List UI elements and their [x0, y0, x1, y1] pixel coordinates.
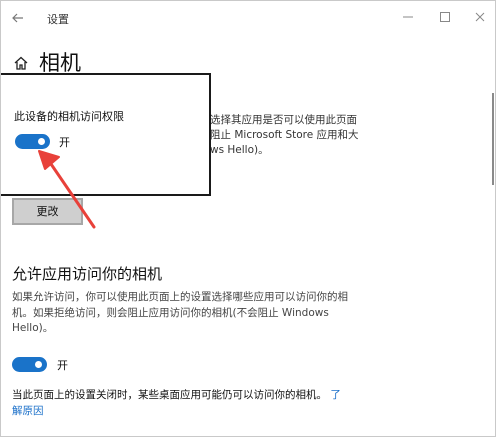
description-line: 阻止 Microsoft Store 应用和大 [210, 129, 359, 141]
device-access-description: 选择其应用是否可以使用此页面 阻止 Microsoft Store 应用和大 w… [210, 113, 380, 158]
maximize-icon[interactable] [438, 10, 452, 24]
device-access-popup: 此设备的相机访问权限 开 [1, 73, 211, 196]
minimize-icon[interactable] [401, 10, 415, 24]
learn-why-link-cont[interactable]: 解原因 [12, 405, 44, 417]
learn-why-link[interactable]: 了 [330, 389, 341, 401]
settings-window: 设置 相机 选择其应用是否可以使用此页面 阻止 Microsoft Store … [0, 0, 496, 437]
home-icon [14, 56, 28, 70]
desktop-apps-note: 当此页面上的设置关闭时，某些桌面应用可能仍可以访问你的相机。 了 解原因 [12, 387, 382, 419]
popup-title: 此设备的相机访问权限 [14, 110, 124, 123]
description-line: 选择其应用是否可以使用此页面 [210, 114, 357, 126]
description-line: 机。如果拒绝访问，则会阻止应用访问你的相机(不会阻止 Windows [12, 306, 329, 319]
title-bar: 设置 [1, 1, 495, 35]
note-text: 当此页面上的设置关闭时，某些桌面应用可能仍可以访问你的相机。 [12, 389, 327, 401]
description-line: 如果允许访问，你可以使用此页面上的设置选择哪些应用可以访问你的相 [12, 291, 348, 303]
device-camera-toggle[interactable] [15, 134, 50, 149]
description-line: Hello)。 [12, 322, 54, 334]
change-button[interactable]: 更改 [12, 198, 83, 225]
scrollbar-thumb[interactable] [492, 93, 494, 185]
close-icon[interactable] [473, 10, 487, 24]
popup-toggle-label: 开 [59, 136, 70, 149]
toggle-knob [38, 138, 45, 145]
app-camera-toggle[interactable] [12, 357, 47, 372]
toggle-knob [35, 361, 42, 368]
app-access-title: 允许应用访问你的相机 [12, 265, 163, 283]
back-arrow-icon[interactable] [10, 10, 26, 26]
app-access-description: 如果允许访问，你可以使用此页面上的设置选择哪些应用可以访问你的相 机。如果拒绝访… [12, 290, 382, 337]
description-line: ws Hello)。 [210, 144, 269, 156]
app-toggle-label: 开 [57, 359, 68, 372]
window-title: 设置 [47, 13, 69, 26]
